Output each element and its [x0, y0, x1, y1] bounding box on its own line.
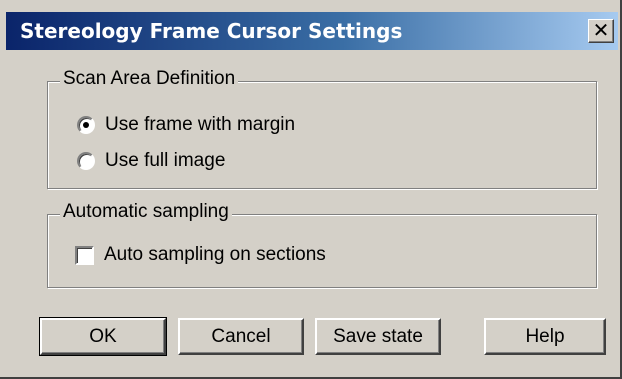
checkbox-label: Auto sampling on sections [104, 244, 326, 265]
checkbox-auto-sampling[interactable]: Auto sampling on sections [75, 244, 326, 266]
checkbox-unchecked-icon [75, 245, 94, 265]
close-icon: ✕ [592, 18, 610, 42]
title-bar[interactable]: Stereology Frame Cursor Settings ✕ [6, 12, 618, 50]
help-button[interactable]: Help [484, 318, 606, 355]
settings-dialog: Stereology Frame Cursor Settings ✕ Scan … [0, 0, 622, 379]
ok-button[interactable]: OK [39, 317, 167, 356]
radio-use-full-image[interactable]: Use full image [77, 150, 225, 172]
scan-area-group-label: Scan Area Definition [60, 68, 239, 90]
save-state-button[interactable]: Save state [315, 318, 441, 355]
window-title: Stereology Frame Cursor Settings [20, 19, 403, 43]
radio-label: Use frame with margin [105, 114, 296, 135]
radio-selected-icon [77, 116, 95, 134]
automatic-sampling-group-label: Automatic sampling [60, 201, 232, 223]
close-button[interactable]: ✕ [588, 19, 614, 43]
radio-unselected-icon [77, 152, 95, 170]
radio-label: Use full image [105, 150, 226, 171]
radio-use-frame-with-margin[interactable]: Use frame with margin [77, 114, 295, 136]
cancel-button[interactable]: Cancel [178, 318, 304, 355]
